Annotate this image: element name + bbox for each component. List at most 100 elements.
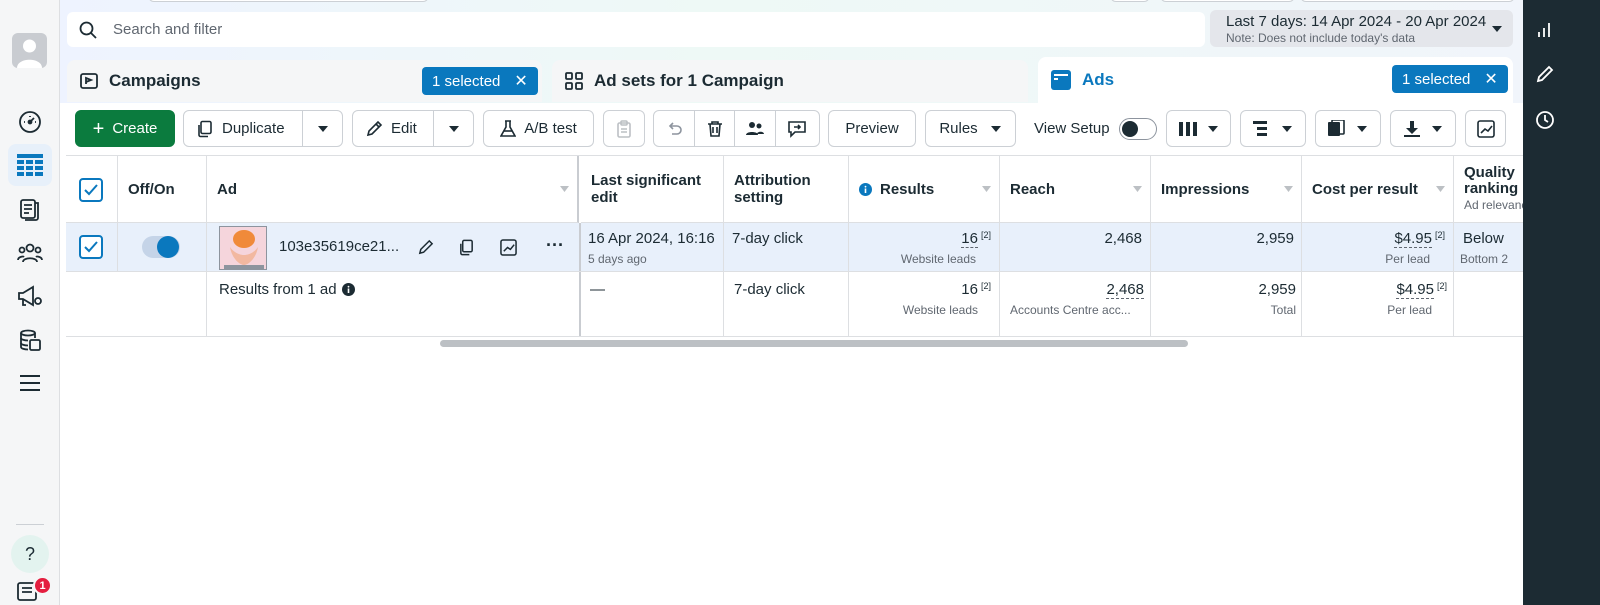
ab-test-button[interactable]: A/B test (483, 110, 594, 147)
avatar[interactable] (12, 33, 47, 68)
info-icon[interactable] (341, 283, 355, 296)
reach-value: 2,468 (1104, 230, 1142, 247)
ad-name[interactable]: 103e35619ce21... (279, 238, 399, 255)
tab-ad-sets[interactable]: Ad sets for 1 Campaign (552, 60, 1028, 102)
clipboard-button[interactable] (603, 110, 645, 147)
header-last-edit[interactable]: Last significant edit (581, 156, 724, 223)
header-button-stub[interactable] (1160, 0, 1295, 2)
reports-button[interactable] (1315, 110, 1381, 147)
view-setup-toggle[interactable] (1119, 118, 1157, 140)
col-divider (723, 223, 724, 271)
clock-history-icon[interactable] (1535, 110, 1555, 130)
header-cost-per-result[interactable]: Cost per result (1302, 156, 1454, 223)
trash-icon[interactable] (706, 120, 724, 138)
tab-label: Campaigns (109, 71, 201, 90)
last-edit-value: 16 Apr 2024, 16:16 (588, 230, 715, 247)
quality-sub: Bottom 2 (1460, 252, 1509, 266)
breakdown-button[interactable] (1240, 110, 1306, 147)
undo-icon[interactable] (666, 120, 684, 138)
ads-selected-pill[interactable]: 1 selected ✕ (1392, 65, 1508, 93)
summary-reach[interactable]: 2,468 (1000, 281, 1144, 299)
edit-button-group[interactable]: Edit (352, 110, 474, 147)
dashboard-gauge-icon[interactable] (8, 101, 52, 143)
quality-value: Below (1463, 230, 1504, 247)
chart-trend-icon[interactable] (500, 239, 517, 256)
campaigns-selected-pill[interactable]: 1 selected ✕ (422, 67, 538, 95)
close-icon[interactable]: ✕ (1484, 69, 1497, 89)
chevron-down-icon (1491, 25, 1503, 33)
chevron-down-icon (1356, 125, 1368, 133)
pencil-icon[interactable] (1535, 64, 1555, 84)
summary-label: Results from 1 ad (219, 281, 355, 298)
bar-chart-icon[interactable] (1535, 19, 1555, 39)
header-impressions[interactable]: Impressions (1151, 156, 1302, 223)
header-results[interactable]: Results (849, 156, 1000, 223)
chart-trend-icon (1476, 119, 1495, 138)
results-sub: Website leads (900, 252, 976, 266)
date-range-picker[interactable]: Last 7 days: 14 Apr 2024 - 20 Apr 2024 N… (1210, 10, 1513, 47)
summary-results-number: 16 (961, 281, 978, 298)
create-button[interactable]: + Create (75, 110, 175, 147)
audiences-icon[interactable] (8, 232, 52, 274)
megaphone-settings-icon[interactable] (8, 275, 52, 317)
header-ad[interactable]: Ad (207, 156, 579, 223)
account-selector-stub[interactable] (148, 0, 429, 2)
ads-manager-table-icon[interactable] (8, 144, 52, 186)
header-button-stub[interactable] (1300, 0, 1515, 2)
close-icon[interactable]: ✕ (514, 71, 527, 91)
rules-button[interactable]: Rules (925, 110, 1016, 147)
pencil-icon[interactable] (417, 239, 434, 256)
help-icon: ? (24, 543, 35, 564)
header-attribution[interactable]: Attribution setting (724, 156, 849, 223)
summary-cost-sub: Per lead (1387, 303, 1432, 317)
left-navigation: ? 1 (0, 0, 60, 605)
export-button[interactable] (1390, 110, 1456, 147)
row-checkbox[interactable] (79, 235, 103, 259)
duplicate-button-group[interactable]: Duplicate (183, 110, 343, 147)
cost-sub: Per lead (1385, 252, 1430, 266)
help-button[interactable]: ? (11, 535, 49, 573)
header-button-stub[interactable] (1110, 0, 1150, 2)
col-divider (117, 223, 118, 271)
billing-coins-icon[interactable] (8, 319, 52, 361)
preview-button[interactable]: Preview (828, 110, 916, 147)
cost-value[interactable]: $4.95 [2] (1302, 230, 1445, 248)
columns-button[interactable] (1166, 110, 1231, 147)
comment-share-icon[interactable] (787, 120, 807, 138)
nav-divider (16, 524, 44, 525)
charts-button[interactable] (1465, 110, 1506, 147)
header-quality-ranking[interactable]: Quality ranking Ad relevance (1454, 156, 1523, 223)
chevron-down-icon (990, 125, 1002, 133)
summary-cost[interactable]: $4.95 [2] (1302, 281, 1447, 299)
row-actions-group (653, 110, 820, 147)
col-divider (1453, 272, 1454, 336)
duplicate-label: Duplicate (222, 120, 285, 137)
col-divider (723, 272, 724, 336)
summary-impressions: 2,959 (1258, 281, 1296, 298)
chevron-down-icon[interactable] (317, 125, 329, 133)
summary-impressions-sub: Total (1270, 303, 1296, 317)
header-reach[interactable]: Reach (1000, 156, 1151, 223)
audience-share-icon[interactable] (745, 120, 765, 138)
more-options-icon[interactable]: ··· (546, 235, 564, 256)
menu-icon[interactable] (8, 362, 52, 404)
search-input[interactable]: Search and filter (113, 21, 222, 38)
pages-icon[interactable] (8, 188, 52, 230)
notification-count-badge: 1 (33, 576, 52, 595)
date-range-note: Note: Does not include today's data (1226, 31, 1416, 45)
header-off-on[interactable]: Off/On (118, 156, 207, 223)
ad-on-off-toggle[interactable] (142, 236, 180, 258)
right-rail (1523, 0, 1600, 605)
chevron-down-icon (1431, 125, 1443, 133)
chevron-down-icon[interactable] (448, 125, 460, 133)
table-row[interactable]: 103e35619ce21... ··· 16 Apr 2024, 16:16 … (66, 223, 1523, 272)
duplicate-icon[interactable] (458, 239, 475, 256)
search-filter-bar[interactable]: Search and filter (67, 12, 1205, 47)
horizontal-scrollbar[interactable] (440, 340, 1188, 347)
select-all-checkbox[interactable] (79, 178, 103, 202)
duplicate-icon (196, 120, 214, 138)
flask-icon (500, 119, 517, 138)
ad-thumbnail[interactable] (219, 226, 267, 270)
col-divider (206, 223, 207, 271)
results-value[interactable]: 16 [2] (849, 230, 991, 248)
